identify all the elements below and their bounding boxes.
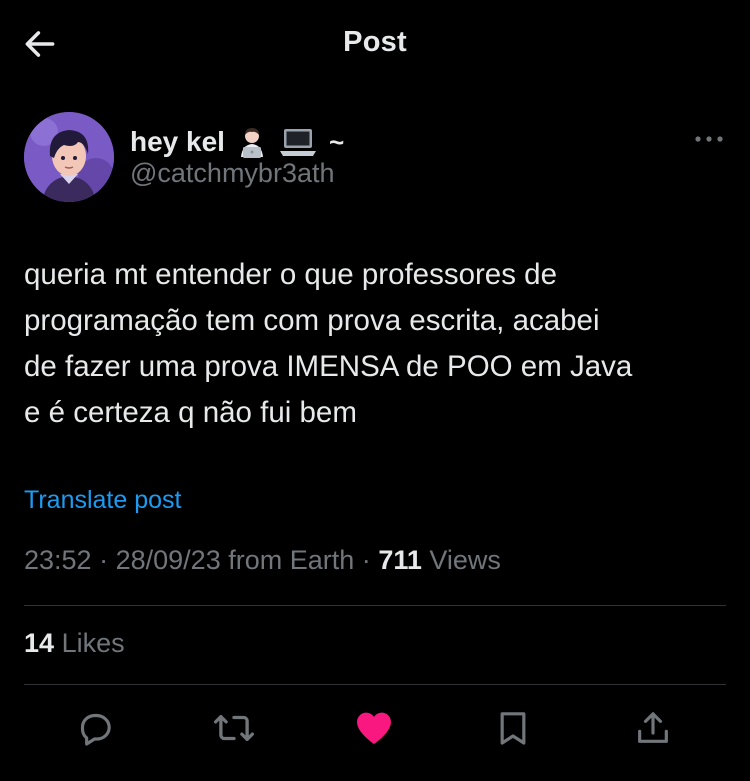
share-icon — [638, 712, 668, 743]
post-source: from Earth — [228, 545, 355, 575]
meta-separator: · — [99, 545, 109, 575]
bookmark-button[interactable] — [491, 706, 535, 750]
likes-label: Likes — [61, 628, 125, 658]
reply-button[interactable] — [73, 706, 117, 750]
avatar[interactable] — [24, 112, 114, 202]
like-button[interactable] — [352, 706, 396, 750]
post-metadata: 23:52 · 28/09/23 from Earth · 711 Views — [24, 545, 501, 576]
divider — [24, 605, 726, 606]
repost-icon — [213, 714, 255, 742]
name-suffix: ~ — [328, 126, 345, 157]
translate-post-link[interactable]: Translate post — [24, 486, 181, 515]
heart-icon — [357, 712, 391, 745]
reply-icon — [80, 713, 111, 746]
display-name-row: hey kel ~ — [130, 122, 344, 162]
post-time[interactable]: 23:52 — [24, 545, 92, 575]
top-bar: Post — [0, 0, 750, 88]
post-text: queria mt entender o que professores de … — [24, 258, 633, 429]
views-count: 711 — [378, 545, 422, 575]
views-label: Views — [429, 545, 501, 575]
post-date[interactable]: 28/09/23 — [116, 545, 221, 575]
bookmark-icon — [500, 712, 526, 745]
meta-separator: · — [361, 545, 371, 575]
likes-count: 14 — [24, 628, 55, 658]
more-options-button[interactable] — [689, 124, 729, 154]
laptop-emoji — [279, 125, 317, 159]
action-bar — [0, 700, 750, 760]
more-horizontal-icon — [695, 136, 723, 142]
post-author: hey kel ~ @catchmybr3ath — [24, 112, 724, 204]
user-handle[interactable]: @catchmybr3ath — [130, 158, 335, 189]
person-at-laptop-emoji — [235, 125, 269, 159]
repost-button[interactable] — [212, 706, 256, 750]
share-button[interactable] — [631, 706, 675, 750]
divider — [24, 684, 726, 685]
avatar-illustration — [24, 112, 114, 202]
display-name[interactable]: hey kel — [130, 126, 225, 158]
page-title: Post — [343, 26, 407, 58]
likes-summary[interactable]: 14 Likes — [24, 628, 125, 659]
